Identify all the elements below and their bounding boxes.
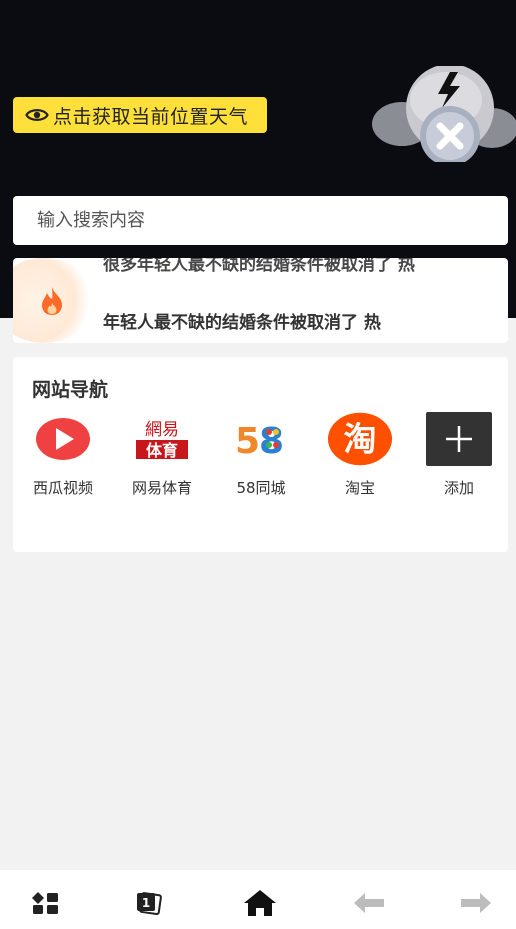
netease-sports-icon: 網易 体育	[129, 411, 195, 467]
site-item-taobao[interactable]: 淘 淘宝	[310, 411, 410, 501]
hot-news-item[interactable]: 年轻人最不缺的结婚条件被取消了 热	[103, 308, 381, 333]
site-label: 淘宝	[344, 479, 375, 497]
site-item-58[interactable]: 5 8 58同城	[211, 411, 311, 501]
site-label: 58同城	[236, 479, 286, 497]
add-icon	[426, 411, 492, 467]
hot-news-card[interactable]: 很多年轻人最不缺的结婚条件被取消了 热 年轻人最不缺的结婚条件被取消了 热	[13, 258, 508, 343]
svg-text:5: 5	[235, 421, 260, 461]
site-label: 添加	[443, 479, 474, 497]
bottom-toolbar: 1	[0, 870, 516, 929]
tabs-icon[interactable]: 1	[131, 888, 165, 918]
location-weather-button[interactable]: 点击获取当前位置天气	[13, 97, 267, 133]
fire-icon	[42, 287, 62, 315]
location-weather-label: 点击获取当前位置天气	[53, 105, 249, 128]
svg-text:網易: 網易	[145, 420, 179, 440]
home-icon[interactable]	[243, 888, 277, 918]
58-icon: 5 8	[228, 411, 294, 467]
xigua-video-icon	[30, 411, 96, 467]
site-navigation-card: 网站导航 西瓜视频 網易 体育 网易体育 5 8 58同城 淘 淘宝 添加	[13, 357, 508, 552]
svg-text:8: 8	[259, 421, 284, 461]
taobao-icon: 淘	[327, 411, 393, 467]
search-bar[interactable]	[13, 196, 508, 245]
site-item-add[interactable]: 添加	[409, 411, 509, 501]
site-grid: 西瓜视频 網易 体育 网易体育 5 8 58同城 淘 淘宝 添加	[13, 411, 508, 501]
forward-icon[interactable]	[459, 888, 493, 918]
eye-icon	[25, 109, 49, 121]
site-label: 西瓜视频	[32, 479, 93, 497]
status-bar	[0, 0, 516, 22]
menu-icon[interactable]	[28, 888, 62, 918]
site-item-xigua[interactable]: 西瓜视频	[13, 411, 113, 501]
tab-count: 1	[142, 896, 150, 910]
svg-text:淘: 淘	[344, 420, 377, 459]
site-item-netease-sports[interactable]: 網易 体育 网易体育	[112, 411, 212, 501]
site-navigation-title: 网站导航	[32, 379, 109, 401]
cloud-error-icon	[372, 66, 516, 162]
search-input[interactable]	[37, 210, 477, 231]
hot-news-item[interactable]: 很多年轻人最不缺的结婚条件被取消了 热	[103, 258, 415, 275]
back-icon[interactable]	[352, 888, 386, 918]
site-label: 网易体育	[131, 479, 192, 497]
svg-text:体育: 体育	[146, 441, 178, 460]
